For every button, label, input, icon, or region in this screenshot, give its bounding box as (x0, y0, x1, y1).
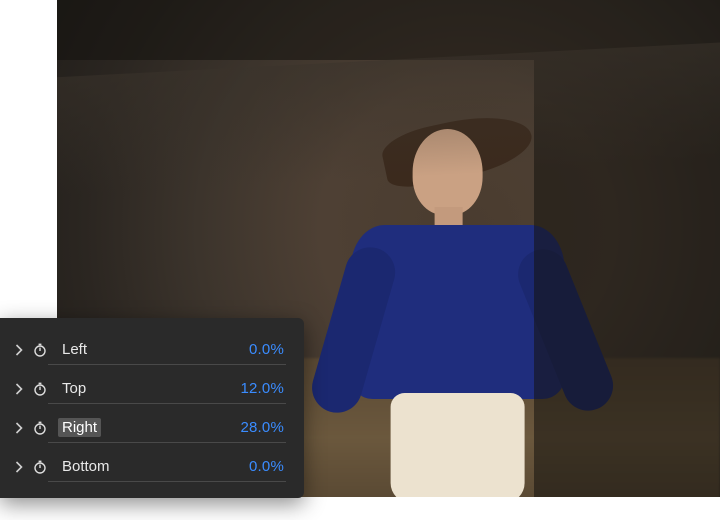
crop-top-label: Top (58, 379, 90, 398)
crop-bottom-value[interactable]: 0.0% (249, 458, 286, 475)
chevron-right-icon[interactable] (10, 422, 28, 434)
crop-controls-panel: Left 0.0% Top 12.0% Right 28.0% Bottom (0, 318, 304, 498)
chevron-right-icon[interactable] (10, 383, 28, 395)
crop-row-top[interactable]: Top 12.0% (10, 371, 286, 406)
crop-right-label: Right (58, 418, 101, 437)
crop-right-value[interactable]: 28.0% (240, 419, 286, 436)
crop-bottom-label: Bottom (58, 457, 114, 476)
crop-row-left[interactable]: Left 0.0% (10, 332, 286, 367)
crop-top-value[interactable]: 12.0% (240, 380, 286, 397)
stopwatch-icon[interactable] (30, 382, 50, 396)
crop-left-label: Left (58, 340, 91, 359)
subject-figure (326, 129, 586, 489)
stopwatch-icon[interactable] (30, 460, 50, 474)
chevron-right-icon[interactable] (10, 344, 28, 356)
crop-row-right[interactable]: Right 28.0% (10, 410, 286, 445)
stopwatch-icon[interactable] (30, 343, 50, 357)
crop-left-value[interactable]: 0.0% (249, 341, 286, 358)
stopwatch-icon[interactable] (30, 421, 50, 435)
crop-row-bottom[interactable]: Bottom 0.0% (10, 449, 286, 484)
chevron-right-icon[interactable] (10, 461, 28, 473)
